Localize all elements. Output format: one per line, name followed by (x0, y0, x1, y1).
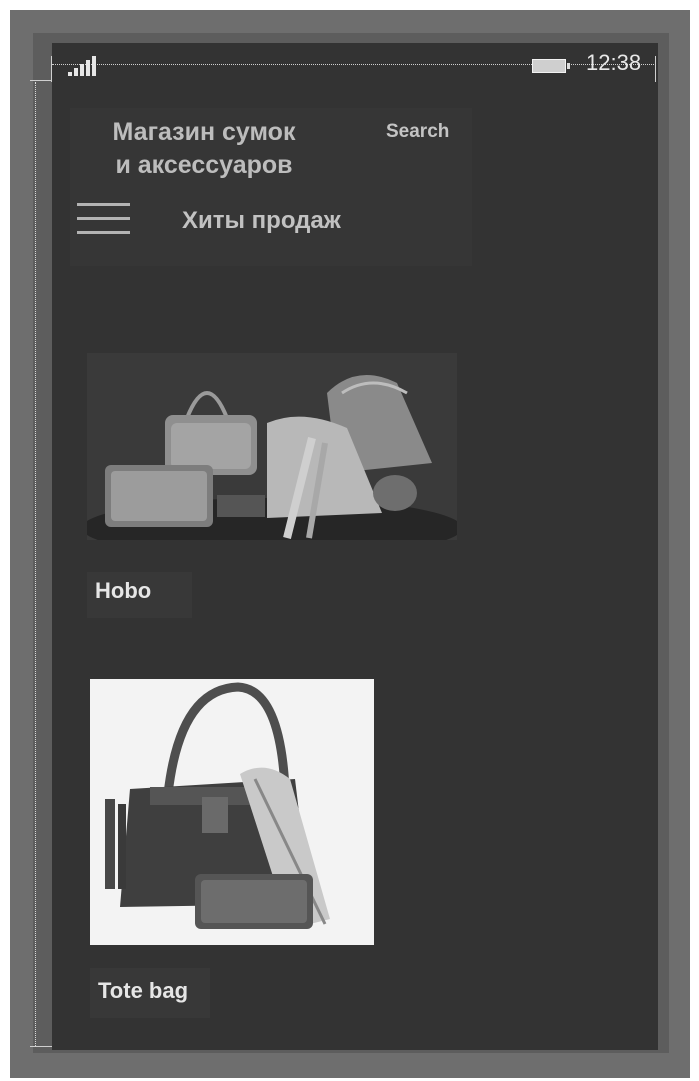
search-button[interactable]: Search (386, 121, 449, 143)
section-title: Хиты продаж (182, 207, 341, 234)
product-image-tote[interactable] (90, 679, 374, 945)
battery-icon (532, 59, 570, 73)
product-name-tote[interactable]: Tote bag (98, 978, 188, 1004)
guide-tick-right (655, 56, 656, 82)
store-title: Магазин сумок и аксессуаров (86, 116, 322, 182)
product-image-hobo[interactable] (87, 353, 457, 540)
signal-bars-icon (66, 56, 106, 76)
store-title-line-2: и аксессуаров (115, 151, 293, 179)
guide-line-left (35, 82, 36, 1046)
guide-tick-left (51, 56, 52, 82)
guide-corner-bottom (30, 1046, 52, 1047)
hamburger-menu-icon[interactable] (77, 201, 131, 237)
product-name-hobo[interactable]: Hobo (95, 578, 151, 604)
bags-collection-photo (87, 353, 457, 540)
tote-bag-photo (90, 679, 374, 945)
app-canvas: 12:38 Магазин сумок и аксессуаров Search… (0, 0, 699, 1081)
status-time: 12:38 (586, 50, 642, 75)
store-title-line-1: Магазин сумок (112, 118, 296, 146)
guide-corner-top (30, 80, 52, 81)
